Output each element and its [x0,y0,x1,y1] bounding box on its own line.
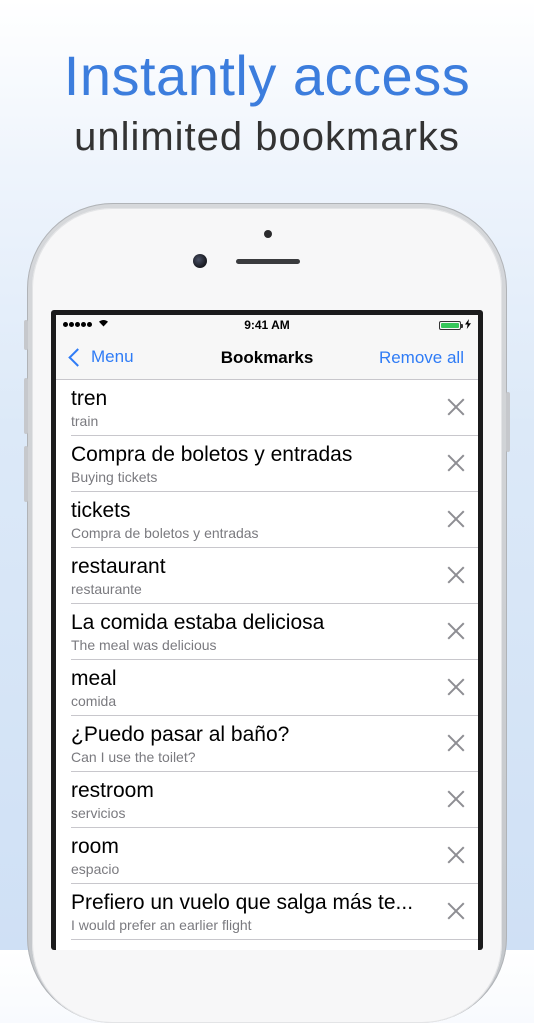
bookmark-term: tren [71,387,108,410]
bookmark-translation: The meal was delicious [71,637,217,653]
close-icon[interactable] [447,510,465,528]
phone-screen: 9:41 AM Menu Bookmarks Remove all tren t… [51,310,483,950]
bookmark-translation: espacio [71,861,120,877]
bookmark-translation: servicios [71,805,126,821]
promo-headline: Instantly access [63,44,471,107]
navigation-bar: Menu Bookmarks Remove all [56,335,478,380]
phone-side-button [24,446,28,502]
list-item[interactable]: Prefiero un vuelo que salga más te... I … [71,884,478,940]
close-icon[interactable] [447,566,465,584]
bookmark-translation: train [71,413,99,429]
bookmark-term: restaurant [71,555,166,578]
list-item[interactable]: tren train [71,380,478,436]
charging-icon [465,319,471,333]
list-item[interactable]: restaurant restaurante [71,548,478,604]
close-icon[interactable] [447,454,465,472]
bookmark-translation: Compra de boletos y entradas [71,525,259,541]
bookmark-translation: I would prefer an earlier flight [71,917,252,933]
bookmark-translation: comida [71,693,117,709]
list-item[interactable]: room espacio [71,828,478,884]
close-icon[interactable] [447,734,465,752]
phone-side-button [24,378,28,434]
list-item[interactable]: ¿Puedo pasar al baño? Can I use the toil… [71,716,478,772]
bookmark-term: Prefiero un vuelo que salga más te... [71,891,414,914]
close-icon[interactable] [447,622,465,640]
remove-all-button[interactable]: Remove all [379,348,464,368]
close-icon[interactable] [447,790,465,808]
bookmark-translation: Can I use the toilet? [71,749,196,765]
battery-tip [461,324,463,328]
bookmark-term: tickets [71,499,131,522]
list-item[interactable]: tickets Compra de boletos y entradas [71,492,478,548]
earpiece-speaker [236,259,300,264]
bookmark-term: Compra de boletos y entradas [71,443,353,466]
promo-subheadline: unlimited bookmarks [74,115,460,159]
close-icon[interactable] [447,678,465,696]
phone-side-button [506,392,510,452]
close-icon[interactable] [447,846,465,864]
list-item[interactable]: La comida estaba deliciosa The meal was … [71,604,478,660]
bookmark-term: ¿Puedo pasar al baño? [71,723,290,746]
bookmark-translation: Buying tickets [71,469,158,485]
bookmark-term: room [71,835,119,858]
bookmark-term: La comida estaba deliciosa [71,611,325,634]
front-camera [193,254,207,268]
list-item[interactable]: Compra de boletos y entradas Buying tick… [71,436,478,492]
status-time: 9:41 AM [244,318,290,332]
app-screen: 9:41 AM Menu Bookmarks Remove all tren t… [56,315,478,950]
list-item[interactable]: restroom servicios [71,772,478,828]
bookmark-list: tren train Compra de boletos y entradas … [56,380,478,940]
bookmark-term: restroom [71,779,154,802]
battery-icon [439,321,461,330]
list-item[interactable]: meal comida [71,660,478,716]
status-bar: 9:41 AM [56,315,478,335]
close-icon[interactable] [447,398,465,416]
bookmark-term: meal [71,667,117,690]
bookmark-translation: restaurante [71,581,142,597]
proximity-sensor [264,230,272,238]
close-icon[interactable] [447,902,465,920]
phone-side-button [24,320,28,350]
